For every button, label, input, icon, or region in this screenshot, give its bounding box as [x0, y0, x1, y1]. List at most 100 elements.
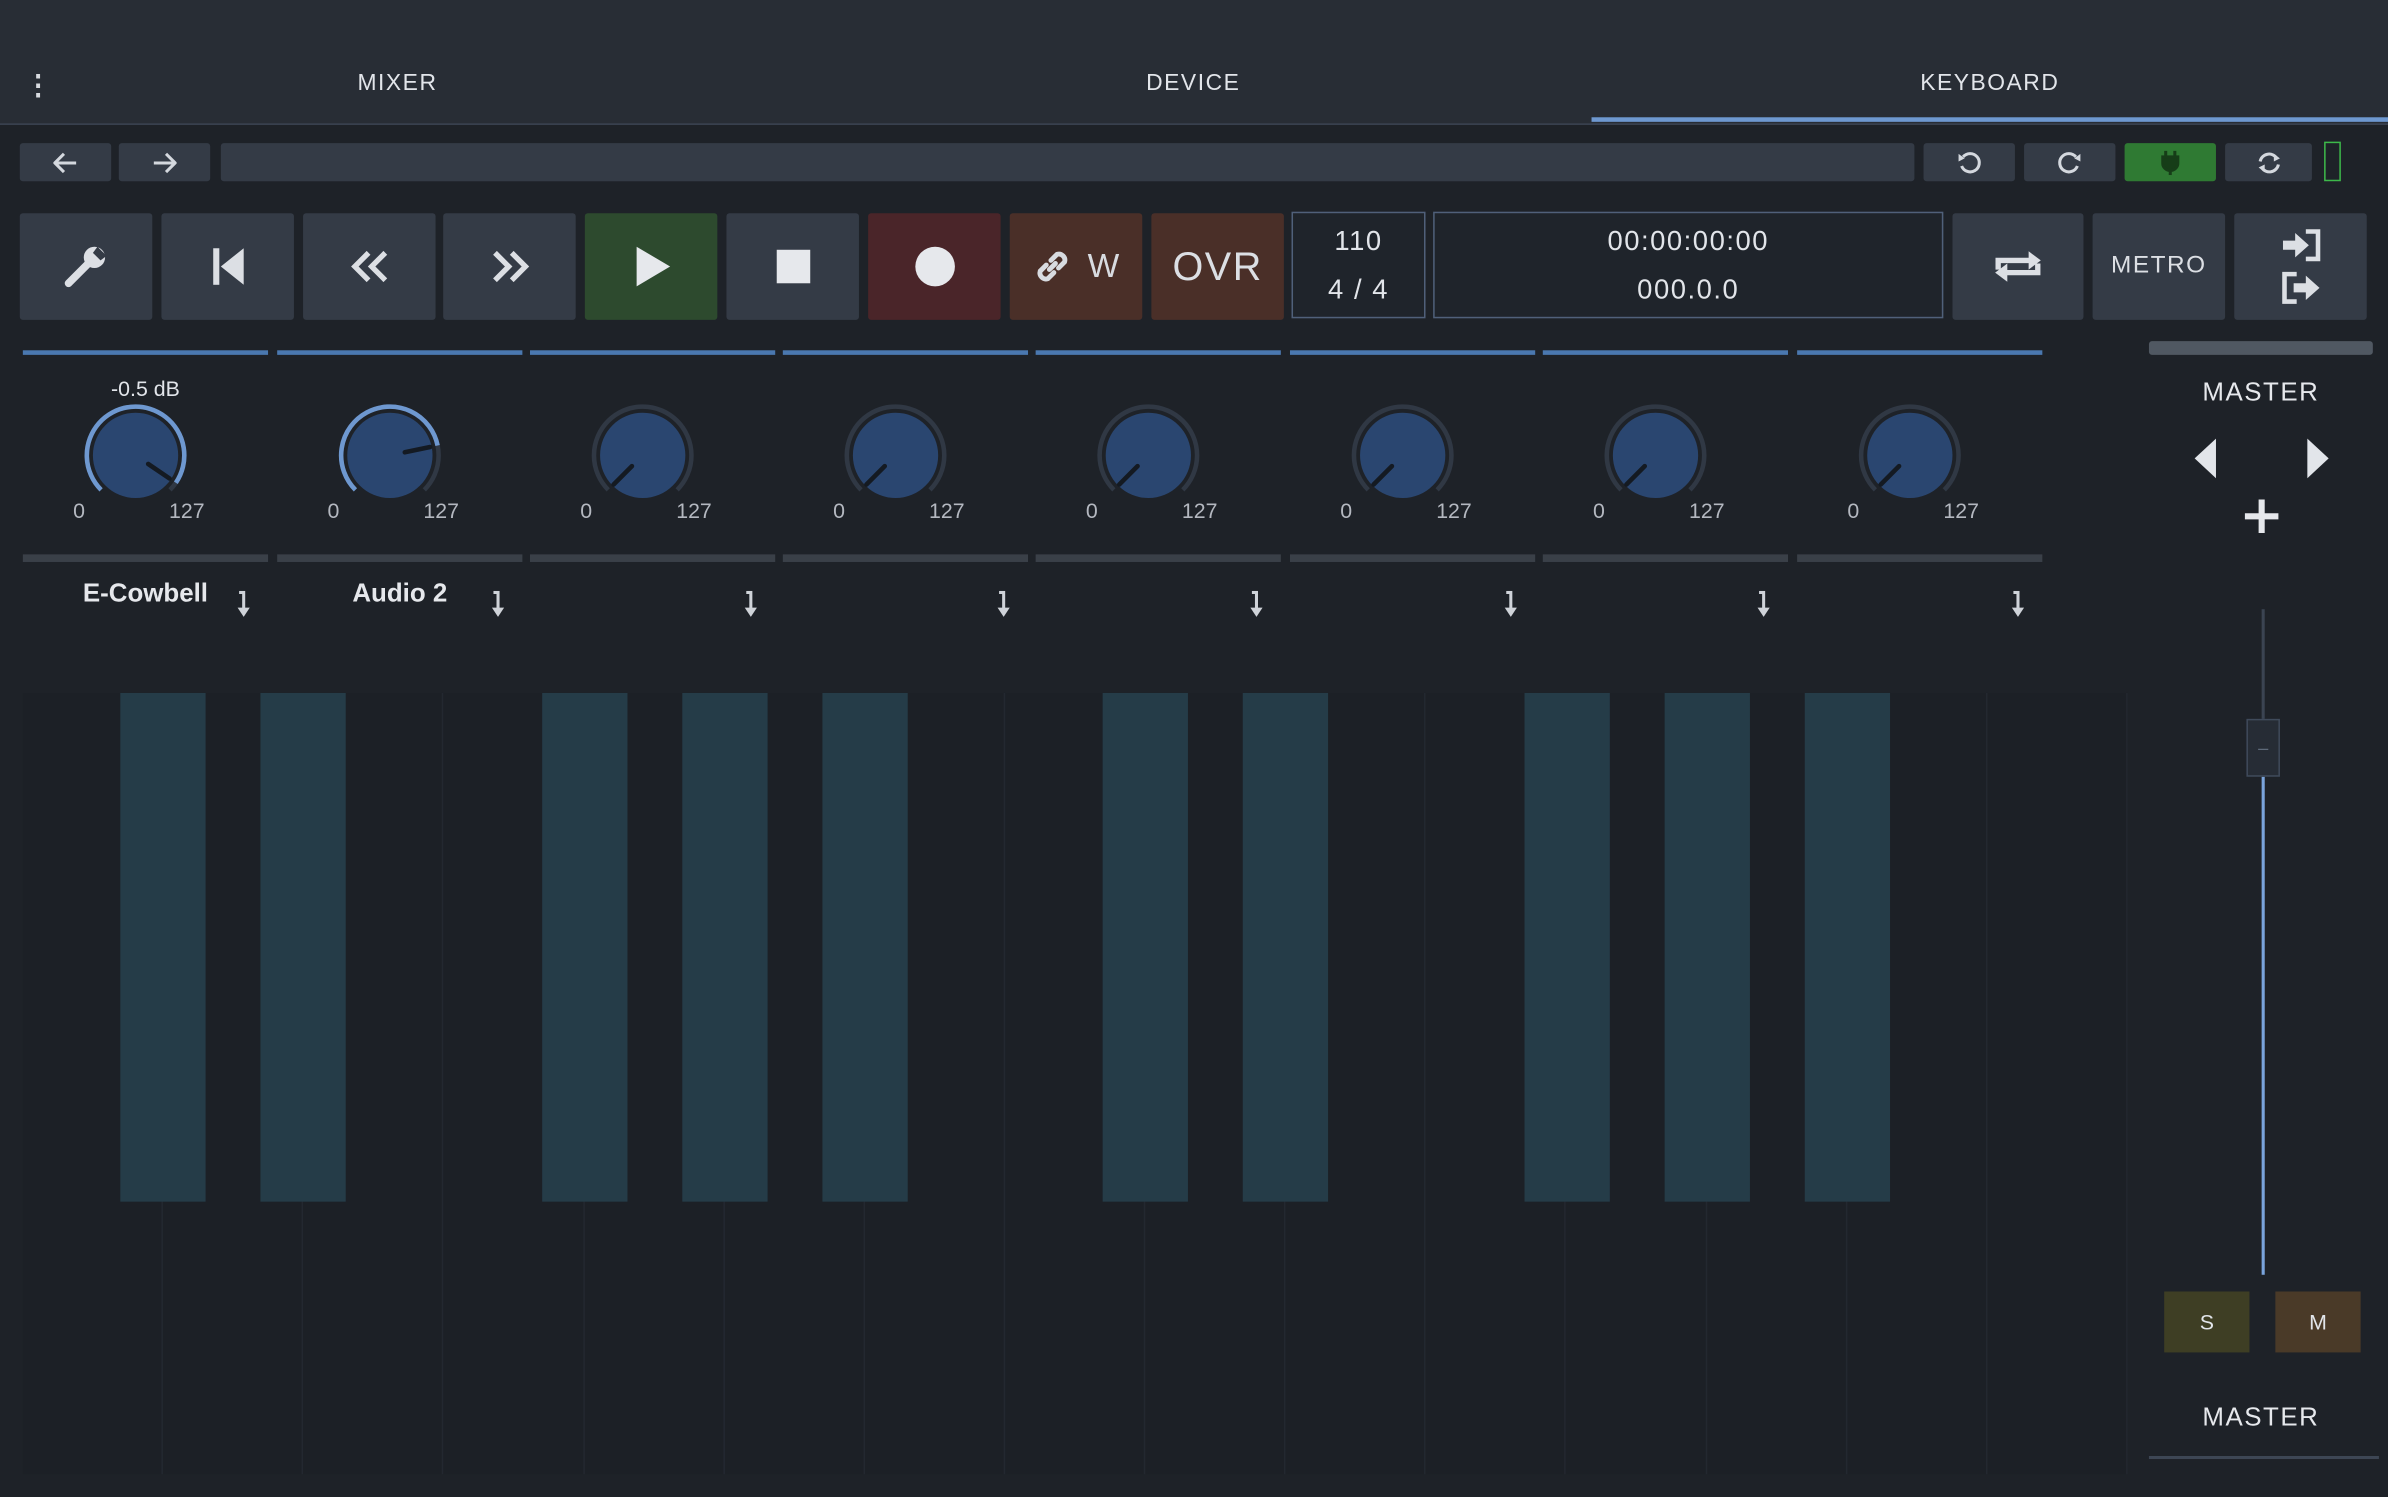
- forward-button[interactable]: [118, 143, 211, 182]
- tab-mixer[interactable]: MIXER: [0, 61, 795, 107]
- redo-icon: [2058, 152, 2082, 181]
- strip-top-line: [1797, 350, 2043, 355]
- route-arrow-icon[interactable]: [233, 590, 254, 621]
- volume-knob[interactable]: [1348, 401, 1458, 511]
- beat-position: 000.0.0: [1637, 274, 1740, 305]
- wrench-icon: [63, 244, 109, 290]
- route-arrow-icon[interactable]: [1500, 590, 1521, 621]
- sign-out-icon: [2279, 271, 2322, 305]
- tab-device[interactable]: DEVICE: [795, 61, 1592, 107]
- record-button[interactable]: [868, 213, 1001, 320]
- knob-min-label: 0: [1340, 498, 1353, 523]
- next-channel-button[interactable]: [2306, 437, 2330, 480]
- black-key[interactable]: [1242, 692, 1329, 1202]
- back-button[interactable]: [19, 143, 112, 182]
- strip-separator: [1542, 554, 1789, 562]
- route-arrow-icon[interactable]: [487, 590, 508, 621]
- add-channel-button[interactable]: [2242, 496, 2282, 536]
- connection-button[interactable]: [2124, 143, 2216, 182]
- record-icon: [913, 245, 956, 288]
- strip-top-line: [1289, 350, 1536, 355]
- volume-knob[interactable]: [335, 401, 445, 511]
- master-footer-label: MASTER: [2202, 1402, 2320, 1432]
- link-icon: [1033, 247, 1073, 287]
- white-key[interactable]: [1987, 692, 2128, 1475]
- metronome-button[interactable]: METRO: [2092, 213, 2226, 320]
- stop-icon: [774, 248, 811, 285]
- tempo-value: 110: [1334, 225, 1383, 256]
- black-key[interactable]: [1804, 692, 1891, 1202]
- route-arrow-icon[interactable]: [993, 590, 1014, 621]
- volume-knob[interactable]: [1855, 401, 1965, 511]
- volume-knob[interactable]: [81, 401, 191, 511]
- fast-forward-button[interactable]: [443, 213, 576, 320]
- black-key[interactable]: [682, 692, 768, 1202]
- address-bar[interactable]: [220, 143, 1915, 182]
- knob-max-label: 127: [1181, 498, 1218, 523]
- knob-max-label: 127: [169, 498, 205, 523]
- route-arrow-icon[interactable]: [2007, 590, 2028, 621]
- solo-button[interactable]: S: [2164, 1291, 2250, 1353]
- time-display[interactable]: 00:00:00:00 000.0.0: [1433, 211, 1944, 319]
- rewind-button[interactable]: [303, 213, 436, 320]
- skip-to-start-button[interactable]: [161, 213, 294, 320]
- loop-button[interactable]: [1952, 213, 2084, 320]
- arrow-left-icon: [52, 152, 77, 180]
- black-key[interactable]: [1664, 692, 1750, 1202]
- route-arrow-icon[interactable]: [1753, 590, 1774, 621]
- knob-max-label: 127: [423, 498, 459, 523]
- prev-channel-button[interactable]: [2193, 437, 2217, 480]
- black-key[interactable]: [542, 692, 628, 1202]
- piano-keyboard[interactable]: [22, 692, 2128, 1475]
- volume-knob[interactable]: [588, 401, 698, 511]
- tempo-display[interactable]: 110 4 / 4: [1291, 211, 1426, 319]
- active-tab-indicator: [1591, 117, 2388, 122]
- knob-value-label: -0.5 dB: [111, 376, 180, 401]
- skip-to-start-icon: [211, 247, 245, 287]
- knob-min-label: 0: [580, 498, 593, 523]
- route-arrow-icon[interactable]: [740, 590, 761, 621]
- track-name[interactable]: E-Cowbell: [23, 579, 268, 609]
- strip-top-line: [782, 350, 1029, 355]
- plus-icon: [2242, 499, 2282, 542]
- redo-button[interactable]: [2024, 143, 2116, 182]
- play-button[interactable]: [584, 213, 718, 320]
- strip-separator: [530, 554, 776, 562]
- volume-knob[interactable]: [841, 401, 951, 511]
- refresh-icon: [2255, 152, 2282, 181]
- strip-top-line: [530, 350, 776, 355]
- black-key[interactable]: [120, 692, 206, 1202]
- master-fader-handle[interactable]: –: [2246, 718, 2280, 777]
- tab-keyboard[interactable]: KEYBOARD: [1592, 61, 2388, 107]
- track-name[interactable]: Audio 2: [277, 579, 522, 609]
- strip-separator: [1797, 554, 2043, 562]
- io-button[interactable]: [2234, 213, 2367, 320]
- stop-button[interactable]: [726, 213, 859, 320]
- knob-max-label: 127: [1943, 498, 1979, 523]
- undo-button[interactable]: [1923, 143, 2015, 182]
- fast-forward-icon: [490, 250, 530, 284]
- undo-icon: [1957, 152, 1981, 181]
- knob-max-label: 127: [1689, 498, 1725, 523]
- black-key[interactable]: [1524, 692, 1610, 1202]
- overdub-button[interactable]: OVR: [1151, 213, 1284, 320]
- knob-max-label: 127: [1436, 498, 1472, 523]
- volume-knob[interactable]: [1601, 401, 1711, 511]
- mute-button[interactable]: M: [2275, 1291, 2361, 1353]
- play-icon: [631, 245, 671, 288]
- strip-separator: [22, 554, 269, 562]
- refresh-button[interactable]: [2225, 143, 2312, 182]
- volume-knob[interactable]: [1094, 401, 1204, 511]
- link-button[interactable]: W: [1009, 213, 1143, 320]
- settings-button[interactable]: [19, 213, 153, 320]
- strip-separator: [1035, 554, 1281, 562]
- route-arrow-icon[interactable]: [1246, 590, 1267, 621]
- strip-separator: [782, 554, 1029, 562]
- rewind-icon: [350, 250, 390, 284]
- black-key[interactable]: [822, 692, 908, 1202]
- timecode: 00:00:00:00: [1607, 225, 1770, 256]
- black-key[interactable]: [1102, 692, 1188, 1202]
- black-key[interactable]: [260, 692, 346, 1202]
- strip-separator: [1289, 554, 1536, 562]
- strip-top-line: [22, 350, 269, 355]
